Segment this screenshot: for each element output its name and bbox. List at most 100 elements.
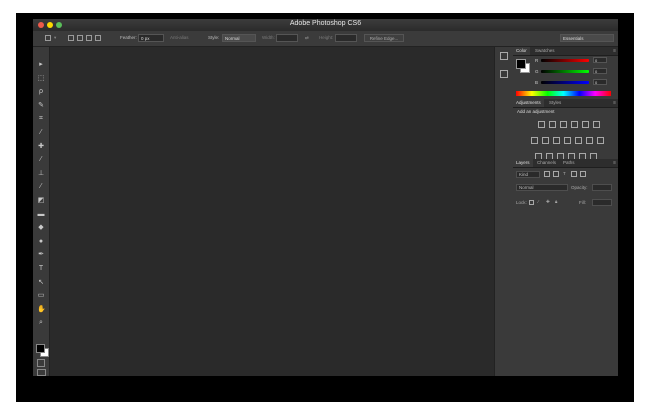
panel-menu-icon[interactable]: ≡ [613, 99, 616, 107]
panel-menu-icon[interactable]: ≡ [613, 47, 616, 55]
green-slider[interactable] [541, 70, 589, 73]
color-balance-icon[interactable] [531, 137, 538, 144]
adjustments-panel-tabs: Adjustments Styles ≡ [513, 99, 618, 108]
quick-select-tool-icon[interactable]: ✎ [37, 102, 45, 110]
history-panel-icon[interactable] [500, 52, 508, 60]
filter-shape-icon[interactable] [571, 171, 577, 177]
height-label: Height: [319, 35, 334, 40]
add-selection-icon[interactable] [77, 35, 83, 41]
tab-layers[interactable]: Layers [513, 159, 533, 167]
tools-panel: ▸ ⬚ ρ ✎ ⌗ ⁄ ✚ ⁄ ⊥ ⁄ ◩ ▬ ◆ ● ✒ T ↖ ▭ ✋ ⌕ [33, 47, 50, 376]
path-selection-tool-icon[interactable]: ↖ [37, 279, 45, 287]
color-lookup-icon[interactable] [575, 137, 582, 144]
filter-kind-label: Kind [519, 172, 529, 177]
opacity-input[interactable] [592, 184, 612, 191]
tool-preset-icon[interactable] [45, 35, 51, 41]
blue-value-input[interactable]: 0 [593, 79, 607, 85]
width-input[interactable] [276, 34, 298, 42]
lock-position-icon[interactable]: ✚ [546, 199, 550, 205]
tab-paths[interactable]: Paths [560, 159, 578, 167]
lock-label: Lock: [516, 200, 527, 205]
filter-pixel-icon[interactable] [544, 171, 550, 177]
lock-image-icon[interactable]: ⁄ [538, 199, 539, 204]
filter-type-icon[interactable]: T [563, 171, 566, 176]
width-label: Width: [262, 35, 275, 40]
green-value-input[interactable]: 0 [593, 68, 607, 74]
panel-dock-strip [494, 47, 514, 376]
brightness-contrast-icon[interactable] [538, 121, 545, 128]
history-brush-tool-icon[interactable]: ⁄ [37, 183, 45, 191]
lasso-tool-icon[interactable]: ρ [37, 88, 45, 96]
lock-transparent-icon[interactable] [529, 200, 534, 205]
properties-panel-icon[interactable] [500, 70, 508, 78]
intersect-selection-icon[interactable] [95, 35, 101, 41]
vibrance-icon[interactable] [582, 121, 589, 128]
panel-menu-icon[interactable]: ≡ [613, 159, 616, 167]
clone-stamp-tool-icon[interactable]: ⊥ [37, 170, 45, 178]
hand-tool-icon[interactable]: ✋ [37, 306, 46, 314]
quick-mask-icon[interactable] [37, 359, 45, 367]
exposure-icon[interactable] [571, 121, 578, 128]
pen-tool-icon[interactable]: ✒ [37, 251, 45, 259]
tab-adjustments[interactable]: Adjustments [513, 99, 544, 107]
type-tool-icon[interactable]: T [37, 265, 45, 273]
opacity-label: Opacity: [571, 185, 588, 190]
crop-tool-icon[interactable]: ⌗ [37, 115, 45, 123]
red-value-input[interactable]: 0 [593, 57, 607, 63]
style-label: Style: [208, 35, 220, 40]
hue-saturation-icon[interactable] [593, 121, 600, 128]
screen-mode-icon[interactable] [37, 369, 46, 376]
tab-color[interactable]: Color [513, 47, 530, 55]
fill-input[interactable] [592, 199, 612, 206]
zoom-tool-icon[interactable]: ⌕ [37, 319, 45, 327]
healing-brush-tool-icon[interactable]: ✚ [37, 143, 45, 151]
red-slider[interactable] [541, 59, 589, 62]
filter-smart-object-icon[interactable] [580, 171, 586, 177]
dodge-tool-icon[interactable]: ● [37, 238, 45, 246]
channel-mixer-icon[interactable] [564, 137, 571, 144]
height-input[interactable] [335, 34, 357, 42]
levels-icon[interactable] [549, 121, 556, 128]
color-spectrum-bar[interactable] [516, 91, 611, 96]
photo-filter-icon[interactable] [553, 137, 560, 144]
swap-dimensions-icon[interactable]: ⇄ [305, 35, 309, 41]
tab-channels[interactable]: Channels [534, 159, 559, 167]
eraser-tool-icon[interactable]: ◩ [37, 197, 45, 205]
blue-slider[interactable] [541, 81, 589, 84]
feather-input[interactable]: 0 px [138, 34, 164, 42]
title-bar: Adobe Photoshop CS6 [33, 19, 618, 31]
foreground-color-swatch[interactable] [36, 344, 45, 353]
posterize-icon[interactable] [597, 137, 604, 144]
layer-kind-filter[interactable]: Kind [516, 171, 540, 178]
fill-label: Fill: [579, 200, 586, 205]
options-bar: ▾ Feather: 0 px Anti-alias Style: Normal… [33, 31, 618, 47]
tab-styles[interactable]: Styles [546, 99, 564, 107]
antialias-checkbox-label[interactable]: Anti-alias [170, 35, 189, 40]
gradient-tool-icon[interactable]: ▬ [37, 211, 45, 219]
subtract-selection-icon[interactable] [86, 35, 92, 41]
preset-chevron-icon[interactable]: ▾ [54, 35, 56, 41]
invert-icon[interactable] [586, 137, 593, 144]
document-canvas-area[interactable] [50, 47, 494, 376]
style-select[interactable]: Normal [222, 34, 256, 42]
new-selection-icon[interactable] [68, 35, 74, 41]
workspace-select[interactable]: Essentials [560, 34, 614, 42]
marquee-tool-icon[interactable]: ⬚ [37, 75, 45, 83]
lock-all-icon[interactable]: 🔒︎ [555, 199, 557, 204]
move-tool-icon[interactable]: ▸ [37, 61, 45, 69]
filter-adjustment-icon[interactable] [553, 171, 559, 177]
window-title: Adobe Photoshop CS6 [289, 20, 362, 27]
black-white-icon[interactable] [542, 137, 549, 144]
eyedropper-tool-icon[interactable]: ⁄ [37, 129, 45, 137]
brush-tool-icon[interactable]: ⁄ [37, 156, 45, 164]
layers-panel-tabs: Layers Channels Paths ≡ [513, 159, 618, 168]
refine-edge-button[interactable]: Refine Edge... [364, 34, 404, 42]
rectangle-tool-icon[interactable]: ▭ [37, 292, 45, 300]
curves-icon[interactable] [560, 121, 567, 128]
feather-label: Feather: [120, 35, 137, 40]
tab-swatches[interactable]: Swatches [532, 47, 558, 55]
blend-mode-select[interactable]: Normal [516, 184, 568, 191]
blur-tool-icon[interactable]: ◆ [37, 224, 45, 232]
green-slider-label: G [535, 69, 539, 74]
color-foreground-swatch[interactable] [516, 59, 526, 69]
